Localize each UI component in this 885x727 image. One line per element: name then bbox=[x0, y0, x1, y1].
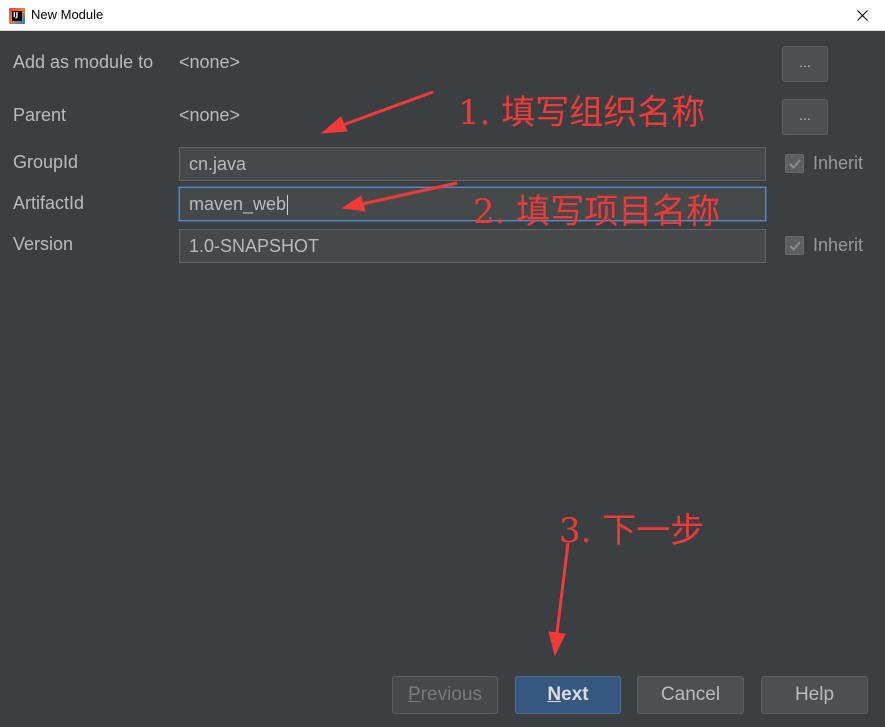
annotation-step-2: 2. 填写项目名称 bbox=[473, 192, 721, 232]
annotation-step-1: 1. 填写组织名称 bbox=[458, 93, 706, 133]
add-as-module-browse-button[interactable]: ... bbox=[782, 46, 828, 82]
parent-browse-button[interactable]: ... bbox=[782, 99, 828, 135]
add-as-module-value: <none> bbox=[179, 52, 241, 72]
title-bar: IJ New Module bbox=[0, 0, 885, 31]
window-title: New Module bbox=[31, 7, 104, 22]
add-as-module-label: Add as module to bbox=[13, 52, 154, 72]
checkmark-icon bbox=[789, 159, 801, 169]
intellij-logo-icon: IJ bbox=[9, 8, 25, 24]
artifact-id-label: ArtifactId bbox=[13, 193, 85, 213]
arrow-3 bbox=[548, 542, 570, 657]
parent-value: <none> bbox=[179, 105, 241, 125]
parent-label: Parent bbox=[13, 105, 67, 125]
next-label: ext bbox=[561, 684, 589, 705]
version-inherit-label: Inherit bbox=[813, 235, 864, 255]
version-value: 1.0-SNAPSHOT bbox=[189, 236, 320, 256]
previous-button[interactable]: Previous bbox=[392, 676, 498, 714]
group-id-label: GroupId bbox=[13, 152, 79, 172]
text-caret bbox=[287, 195, 289, 216]
version-field[interactable]: 1.0-SNAPSHOT bbox=[179, 229, 766, 263]
next-mnemonic: N bbox=[547, 684, 562, 705]
cancel-button[interactable]: Cancel bbox=[637, 676, 744, 714]
close-icon bbox=[857, 10, 868, 21]
group-id-inherit-label: Inherit bbox=[813, 153, 864, 173]
help-button[interactable]: Help bbox=[761, 676, 868, 714]
annotation-step-3: 3. 下一步 bbox=[559, 511, 705, 551]
close-button[interactable] bbox=[840, 0, 885, 31]
annotation-arrows bbox=[320, 90, 570, 657]
previous-label: revious bbox=[420, 684, 482, 705]
group-id-field[interactable]: cn.java bbox=[179, 147, 766, 181]
previous-mnemonic: P bbox=[408, 684, 421, 705]
group-id-value: cn.java bbox=[189, 154, 247, 174]
arrow-1 bbox=[320, 90, 434, 134]
artifact-id-value: maven_web bbox=[189, 194, 287, 214]
checkbox-box[interactable] bbox=[785, 154, 804, 173]
group-id-inherit-checkbox[interactable]: Inherit bbox=[785, 153, 863, 174]
version-inherit-checkbox[interactable]: Inherit bbox=[785, 235, 863, 256]
checkmark-icon bbox=[789, 241, 801, 251]
next-button[interactable]: Next bbox=[515, 676, 621, 714]
version-label: Version bbox=[13, 234, 74, 254]
checkbox-box[interactable] bbox=[785, 236, 804, 255]
